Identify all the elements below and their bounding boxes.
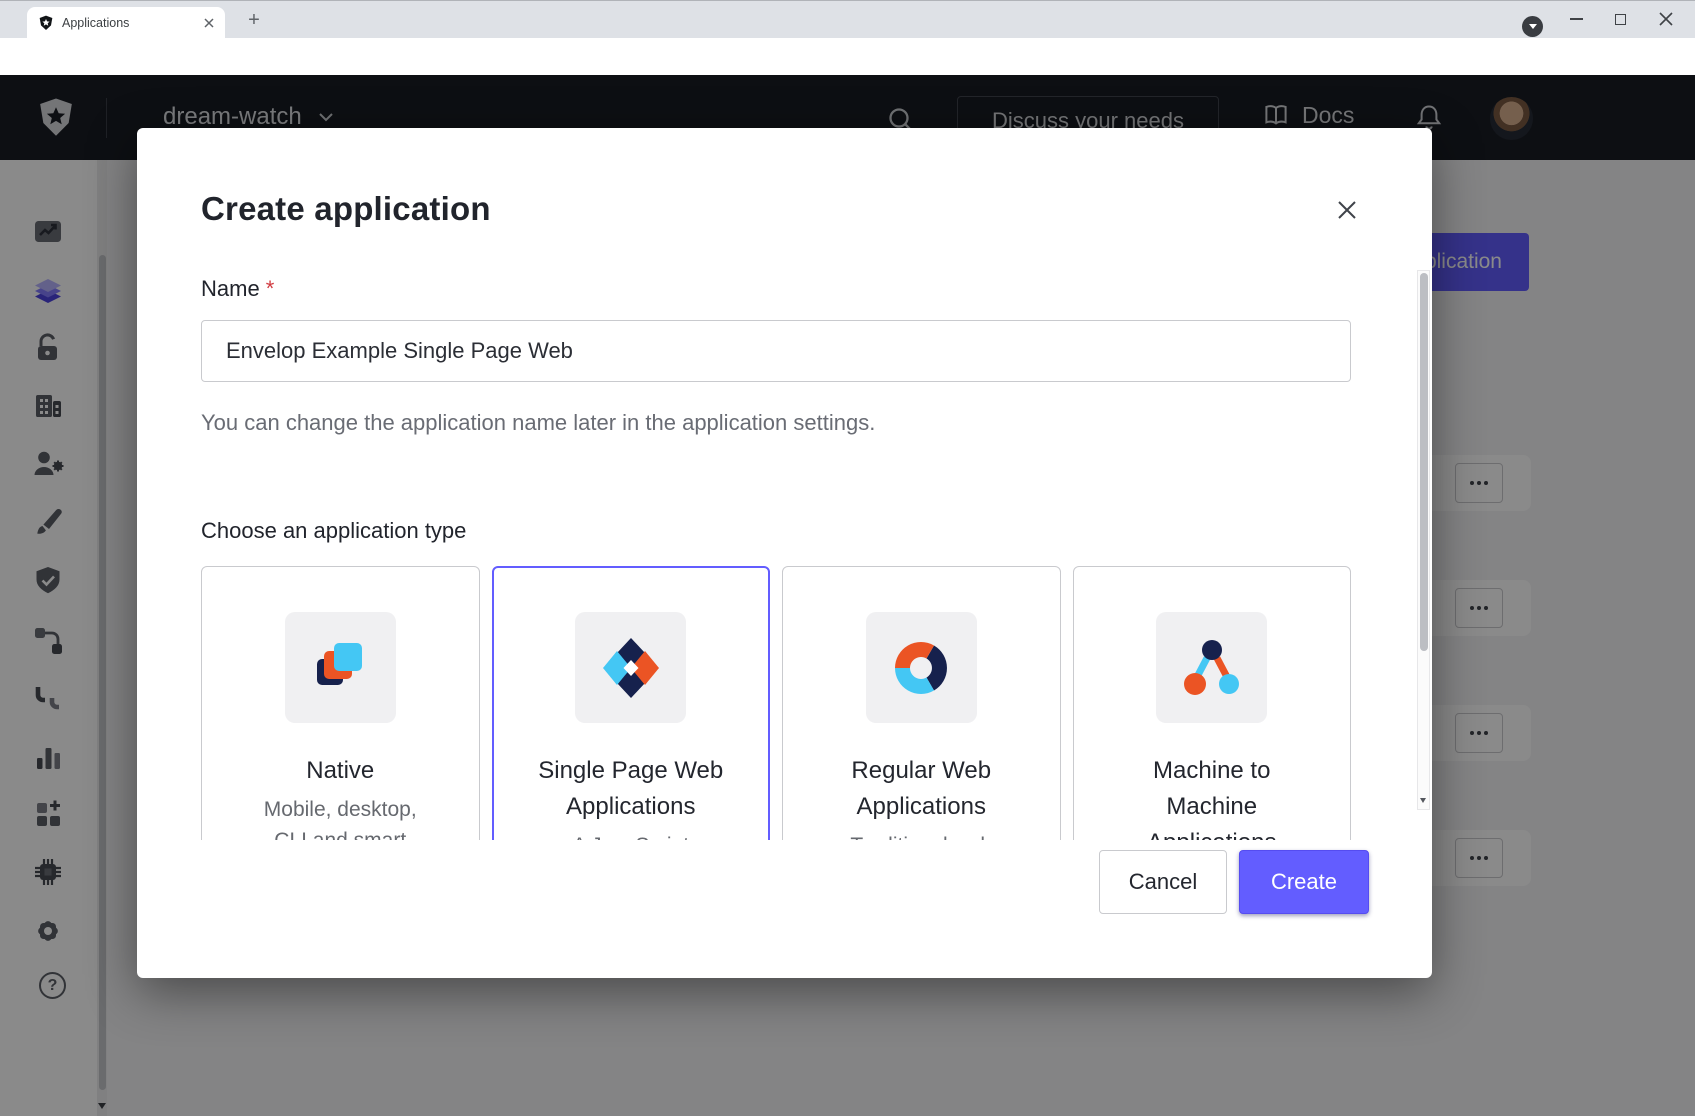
tab-search-button[interactable] (1522, 16, 1543, 37)
spa-icon-tile (575, 612, 686, 723)
card-title-line: Native (202, 753, 479, 789)
browser-tab-applications[interactable]: Applications (27, 7, 225, 39)
modal-scrollbar-thumb[interactable] (1420, 273, 1428, 651)
card-title-line: Applications (1074, 825, 1351, 840)
application-type-label: Choose an application type (201, 518, 466, 544)
m2m-icon-tile (1156, 612, 1267, 723)
window-maximize-button[interactable] (1600, 1, 1640, 37)
card-title-line: Applications (783, 789, 1060, 825)
name-field-label: Name* (201, 276, 274, 302)
app-type-card-single-page-web[interactable]: Single Page Web Applications A JavaScrip… (492, 566, 771, 840)
tab-title: Applications (62, 16, 201, 30)
modal-scrollbar[interactable] (1417, 270, 1430, 810)
modal-scrollbar-arrow-icon[interactable] (1420, 798, 1426, 803)
card-title-line: Machine to (1074, 753, 1351, 789)
screen: Applications + ← → ↻ manage.auth0.com/da… (0, 0, 1695, 1116)
app-type-card-native[interactable]: Native Mobile, desktop, CLI and smart (201, 566, 480, 840)
machine-to-machine-icon (1180, 636, 1244, 700)
application-type-cards: Native Mobile, desktop, CLI and smart Si… (201, 566, 1351, 840)
card-title-line: Machine (1074, 789, 1351, 825)
card-description: Traditional web (826, 830, 1016, 840)
native-icon-tile (285, 612, 396, 723)
app-type-card-machine-to-machine[interactable]: Machine to Machine Applications (1073, 566, 1352, 840)
modal-close-icon[interactable] (1333, 196, 1361, 224)
new-tab-button[interactable]: + (242, 8, 266, 32)
create-button[interactable]: Create (1239, 850, 1369, 914)
create-application-modal: Create application Name* You can change … (137, 128, 1432, 978)
name-helper-text: You can change the application name late… (201, 410, 875, 436)
native-icon (308, 636, 372, 700)
card-description: Mobile, desktop, CLI and smart (245, 794, 435, 840)
window-close-button[interactable] (1646, 1, 1686, 37)
required-asterisk: * (266, 276, 275, 301)
card-title-line: Applications (494, 789, 769, 825)
browser-toolbar: ← → ↻ manage.auth0.com/dashboard/eu/drea… (0, 38, 1695, 75)
auth0-favicon-icon (38, 15, 54, 31)
cancel-button[interactable]: Cancel (1099, 850, 1227, 914)
regular-web-icon-tile (866, 612, 977, 723)
regular-web-app-icon (889, 636, 953, 700)
card-description: A JavaScript (536, 830, 726, 840)
card-title-line: Regular Web (783, 753, 1060, 789)
browser-tabstrip: Applications + (0, 0, 1695, 38)
app-type-card-regular-web[interactable]: Regular Web Applications Traditional web (782, 566, 1061, 840)
single-page-app-icon (599, 636, 663, 700)
tab-close-icon[interactable] (201, 15, 217, 31)
card-title-line: Single Page Web (494, 753, 769, 789)
application-name-input[interactable] (201, 320, 1351, 382)
chevron-down-icon (1529, 24, 1537, 29)
modal-title: Create application (201, 190, 491, 228)
window-minimize-button[interactable] (1556, 1, 1596, 37)
